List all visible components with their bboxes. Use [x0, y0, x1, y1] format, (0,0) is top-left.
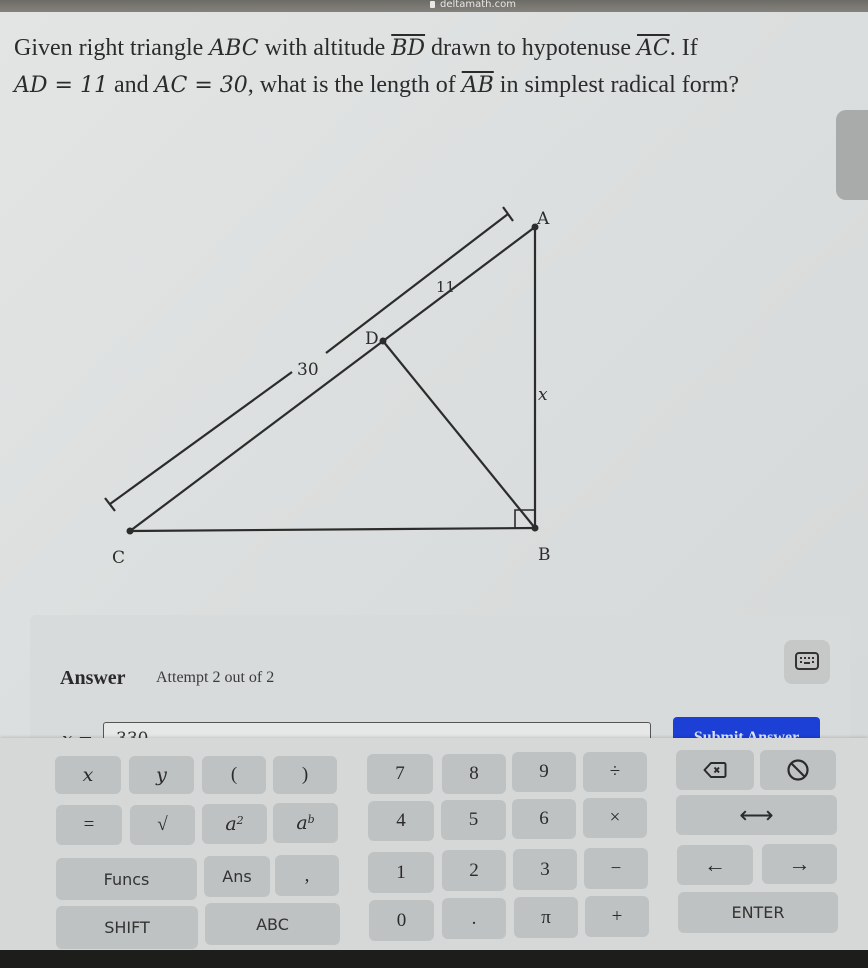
- key-a-power-b[interactable]: ab: [273, 803, 338, 843]
- browser-url-bar: deltamath.com: [0, 0, 868, 12]
- key-a-power-b-base: a: [296, 812, 308, 834]
- key-y[interactable]: y: [129, 756, 194, 794]
- key-1[interactable]: 1: [368, 852, 434, 893]
- keyboard-icon: [795, 652, 819, 670]
- key-a-squared-base: a: [225, 813, 237, 835]
- key-abc[interactable]: ABC: [205, 903, 340, 945]
- key-a-power-b-exp: b: [307, 812, 315, 826]
- key-a-squared[interactable]: a2: [202, 804, 267, 844]
- label-b: B: [538, 545, 551, 565]
- key-8[interactable]: 8: [442, 754, 506, 794]
- side-ca: [129, 226, 536, 532]
- key-divide[interactable]: ÷: [583, 752, 647, 792]
- label-ab-x: x: [538, 385, 548, 405]
- triangle-diagram: A B C D 11 30 x: [104, 206, 551, 568]
- math-keypad: x y ( ) 7 8 9 ÷ = √ a2 ab 4 5 6 × ⟷ Func…: [0, 738, 868, 950]
- point-c: [126, 527, 134, 535]
- key-multiply[interactable]: ×: [583, 798, 647, 838]
- key-equals[interactable]: =: [56, 805, 122, 845]
- label-a: A: [536, 209, 550, 229]
- dimension-tick-a: [502, 206, 514, 222]
- key-minus[interactable]: −: [584, 848, 648, 889]
- label-c: C: [112, 548, 125, 568]
- attempt-counter: Attempt 2 out of 2: [156, 669, 275, 686]
- key-shift[interactable]: SHIFT: [56, 906, 198, 949]
- clear-icon: [787, 759, 809, 781]
- label-ad-length: 11: [436, 278, 455, 296]
- key-3[interactable]: 3: [513, 849, 577, 890]
- key-plus[interactable]: +: [585, 896, 649, 937]
- backspace-icon: [703, 762, 727, 778]
- key-comma[interactable]: ,: [275, 855, 339, 896]
- device-bezel: [0, 950, 868, 968]
- key-enter[interactable]: ENTER: [678, 892, 838, 933]
- key-backspace[interactable]: [676, 750, 754, 790]
- dimension-tick-c: [104, 497, 116, 512]
- key-6[interactable]: 6: [512, 799, 576, 839]
- key-a-squared-exp: 2: [236, 813, 244, 827]
- key-7[interactable]: 7: [367, 754, 433, 794]
- key-x[interactable]: x: [55, 756, 121, 794]
- answer-heading: Answer: [60, 667, 126, 689]
- key-5[interactable]: 5: [441, 800, 506, 840]
- key-0[interactable]: 0: [369, 900, 434, 941]
- key-decimal[interactable]: .: [442, 898, 506, 939]
- key-ans[interactable]: Ans: [204, 856, 270, 897]
- dimension-line-ac-upper: [325, 213, 509, 354]
- key-2[interactable]: 2: [442, 850, 506, 891]
- label-d: D: [365, 329, 379, 349]
- keyboard-toggle-button[interactable]: [784, 640, 830, 684]
- altitude-bd: [382, 340, 536, 529]
- point-d: [379, 337, 387, 345]
- key-4[interactable]: 4: [368, 801, 434, 841]
- key-open-paren[interactable]: (: [202, 756, 266, 794]
- side-cb: [129, 526, 536, 533]
- key-cursor-left[interactable]: ←: [677, 845, 753, 885]
- key-clear[interactable]: [760, 750, 836, 790]
- key-9[interactable]: 9: [512, 752, 576, 792]
- dimension-line-ac-lower: [109, 371, 293, 505]
- key-cursor-right[interactable]: →: [762, 844, 837, 884]
- key-close-paren[interactable]: ): [273, 756, 337, 794]
- label-ac-length: 30: [297, 360, 319, 380]
- key-swap-cursor[interactable]: ⟷: [676, 795, 837, 835]
- key-funcs[interactable]: Funcs: [56, 858, 197, 900]
- url-text: deltamath.com: [440, 0, 516, 10]
- lock-icon: [430, 1, 435, 8]
- point-b: [531, 524, 539, 532]
- key-sqrt[interactable]: √: [130, 805, 195, 845]
- key-pi[interactable]: π: [514, 897, 578, 938]
